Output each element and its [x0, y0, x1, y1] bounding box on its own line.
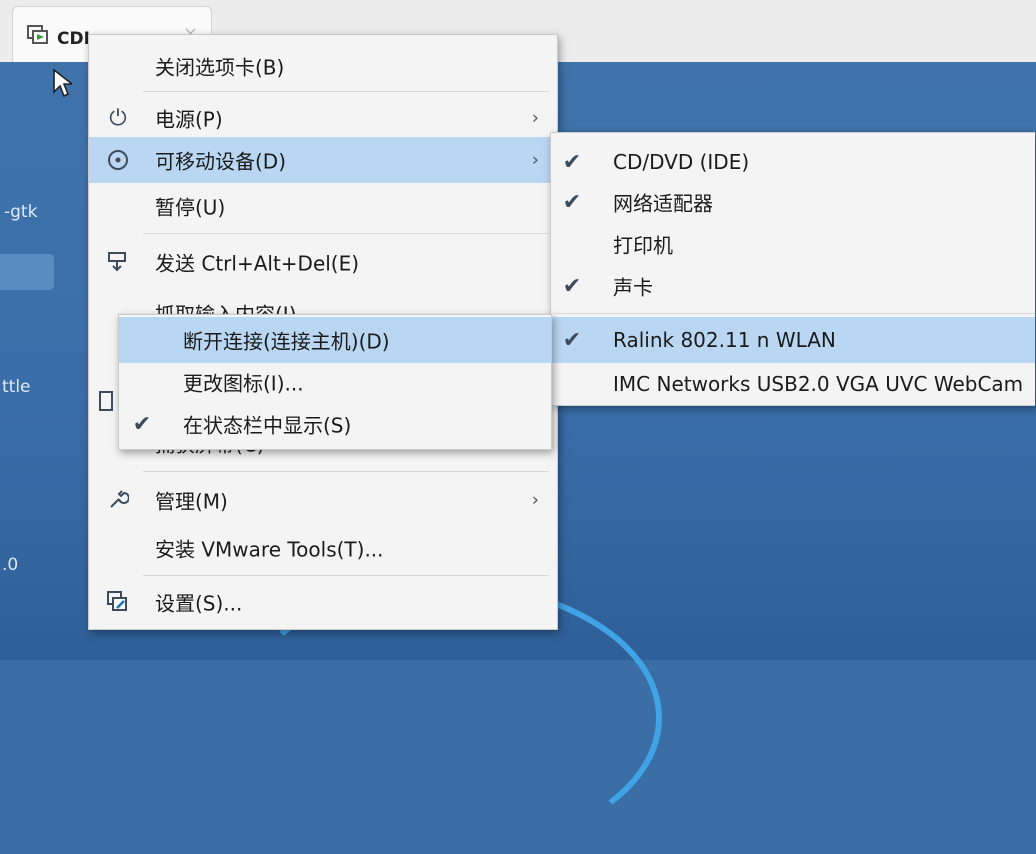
check-icon	[559, 371, 585, 397]
menu-item-power[interactable]: ⏻ 电源(P) ›	[89, 95, 557, 141]
vm-icon	[27, 25, 48, 44]
device-item-printer[interactable]: 打印机	[551, 221, 1035, 267]
removable-devices-menu: ✔ CD/DVD (IDE) ✔ 网络适配器 打印机 ✔ 声卡 ✔ Ralink…	[550, 132, 1035, 406]
menu-separator	[143, 233, 549, 234]
tab-title: CDI	[57, 29, 90, 49]
desktop-label-version: .0	[2, 555, 19, 575]
menu-item-pause[interactable]: 暂停(U)	[89, 183, 557, 229]
device-label: IMC Networks USB2.0 VGA UVC WebCam	[613, 372, 1024, 396]
menu-item-settings[interactable]: 设置(S)...	[89, 579, 557, 625]
chevron-right-icon: ›	[531, 149, 539, 171]
submenu-label: 更改图标(I)...	[183, 371, 304, 396]
device-item-sound-card[interactable]: ✔ 声卡	[551, 263, 1035, 309]
check-icon: ✔	[562, 189, 582, 215]
check-icon	[129, 369, 155, 395]
desktop-label-gtk: -gtk	[4, 202, 38, 222]
menu-separator	[555, 313, 1035, 314]
submenu-item-change-icon[interactable]: 更改图标(I)...	[119, 359, 551, 405]
device-label: 网络适配器	[613, 191, 713, 216]
disc-icon	[105, 147, 131, 173]
menu-item-label: 可移动设备(D)	[155, 149, 287, 174]
keyboard-send-icon	[105, 249, 131, 275]
device-item-ralink-wlan[interactable]: ✔ Ralink 802.11 n WLAN	[551, 317, 1035, 363]
chevron-right-icon: ›	[531, 489, 539, 511]
menu-item-close-tab[interactable]: 关闭选项卡(B)	[89, 43, 557, 89]
check-icon: ✔	[562, 273, 582, 299]
device-item-network-adapter[interactable]: ✔ 网络适配器	[551, 179, 1035, 225]
menu-item-grab-input[interactable]: 抓取输入内容(I)	[89, 283, 557, 316]
device-label: 打印机	[613, 233, 673, 258]
check-icon	[559, 231, 585, 257]
submenu-label: 断开连接(连接主机)(D)	[183, 329, 390, 354]
check-icon: ✔	[562, 327, 582, 353]
device-label: Ralink 802.11 n WLAN	[613, 328, 836, 352]
desktop-label-ttle: ttle	[2, 377, 31, 397]
chevron-right-icon: ›	[531, 107, 539, 129]
device-item-imc-webcam[interactable]: IMC Networks USB2.0 VGA UVC WebCam	[551, 361, 1035, 407]
check-icon: ✔	[562, 149, 582, 175]
menu-item-label: 电源(P)	[155, 107, 223, 132]
wrench-icon	[105, 487, 131, 513]
device-label: CD/DVD (IDE)	[613, 150, 750, 174]
wlan-device-submenu: 断开连接(连接主机)(D) 更改图标(I)... ✔ 在状态栏中显示(S)	[118, 314, 552, 450]
menu-item-label: 管理(M)	[155, 489, 228, 514]
device-label: 声卡	[613, 275, 653, 300]
desktop-icon-highlight	[0, 254, 54, 290]
power-icon: ⏻	[109, 105, 127, 131]
check-icon: ✔	[132, 411, 152, 437]
menu-item-removable-devices[interactable]: 可移动设备(D) ›	[89, 137, 557, 183]
menu-item-label: 暂停(U)	[155, 195, 226, 220]
check-icon	[129, 327, 155, 353]
menu-separator	[143, 575, 549, 576]
capture-screen-icon	[99, 391, 113, 411]
mouse-cursor-icon	[53, 68, 72, 98]
menu-item-label: 关闭选项卡(B)	[155, 55, 285, 80]
menu-item-label: 抓取输入内容(I)	[155, 302, 297, 316]
menu-item-manage[interactable]: 管理(M) ›	[89, 477, 557, 523]
menu-item-label: 发送 Ctrl+Alt+Del(E)	[155, 251, 360, 276]
menu-item-label: 安装 VMware Tools(T)...	[155, 537, 384, 562]
settings-icon	[105, 589, 131, 615]
menu-item-install-vmware-tools[interactable]: 安装 VMware Tools(T)...	[89, 525, 557, 571]
submenu-item-disconnect[interactable]: 断开连接(连接主机)(D)	[119, 317, 551, 363]
submenu-label: 在状态栏中显示(S)	[183, 413, 352, 438]
submenu-item-show-in-statusbar[interactable]: ✔ 在状态栏中显示(S)	[119, 401, 551, 447]
menu-item-send-ctrl-alt-del[interactable]: 发送 Ctrl+Alt+Del(E)	[89, 239, 557, 285]
menu-separator	[143, 471, 549, 472]
menu-separator	[143, 91, 549, 92]
menu-item-label: 设置(S)...	[155, 591, 243, 616]
